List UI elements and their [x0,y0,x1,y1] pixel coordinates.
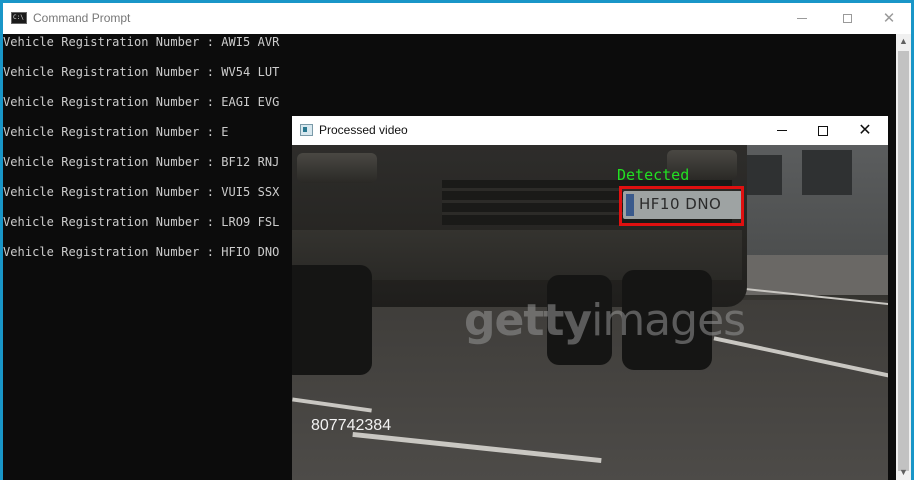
video-close-button[interactable]: ✕ [845,116,885,145]
building-window [802,150,852,195]
console-line: Vehicle Registration Number : AWI5 AVR [3,35,280,49]
console-line: Vehicle Registration Number : WV54 LUT [3,65,280,79]
minimize-icon [777,130,787,131]
video-window-icon [300,124,313,136]
detection-label: Detected [617,166,690,184]
console-line: Vehicle Registration Number : VUI5 SSX [3,185,280,199]
console-line: Vehicle Registration Number : HFIO DNO [3,245,280,259]
console-line: Vehicle Registration Number : LRO9 FSL [3,215,280,229]
building-window [742,155,782,195]
processed-video-window: Processed video ✕ HF10 DNO Detected gett… [292,116,888,480]
video-window-title: Processed video [319,123,408,137]
cmd-close-button[interactable]: ✕ [867,3,911,34]
cmd-minimize-button[interactable] [780,3,824,34]
watermark-light: images [591,295,746,346]
scroll-up-arrow-icon[interactable]: ▲ [896,34,911,49]
cmd-icon: C:\ [11,12,27,24]
close-icon: ✕ [882,10,896,27]
cmd-window-title: Command Prompt [33,11,131,25]
detection-bounding-box [619,186,744,226]
watermark-bold: getty [464,295,592,346]
console-line: Vehicle Registration Number : EAGI EVG [3,95,280,109]
cmd-maximize-button[interactable] [825,3,869,34]
scroll-down-arrow-icon[interactable]: ▼ [896,465,911,480]
video-maximize-button[interactable] [803,116,843,145]
vehicle-tire [292,265,372,375]
console-line: Vehicle Registration Number : E [3,125,229,139]
console-scrollbar[interactable]: ▲ ▼ [896,34,911,480]
getty-images-watermark: gettyimages [464,295,746,346]
cmd-titlebar[interactable]: C:\ Command Prompt ✕ [3,3,911,34]
video-minimize-button[interactable] [762,116,802,145]
video-titlebar[interactable]: Processed video ✕ [292,116,888,145]
minimize-icon [797,18,807,19]
vehicle-headlight [297,153,377,183]
frame-id-text: 807742384 [311,417,392,434]
console-line: Vehicle Registration Number : BF12 RNJ [3,155,280,169]
maximize-icon [842,14,852,23]
close-icon: ✕ [858,121,872,139]
video-frame: HF10 DNO Detected gettyimages 807742384 [292,145,888,480]
scroll-thumb[interactable] [898,51,909,471]
maximize-icon [818,125,828,136]
